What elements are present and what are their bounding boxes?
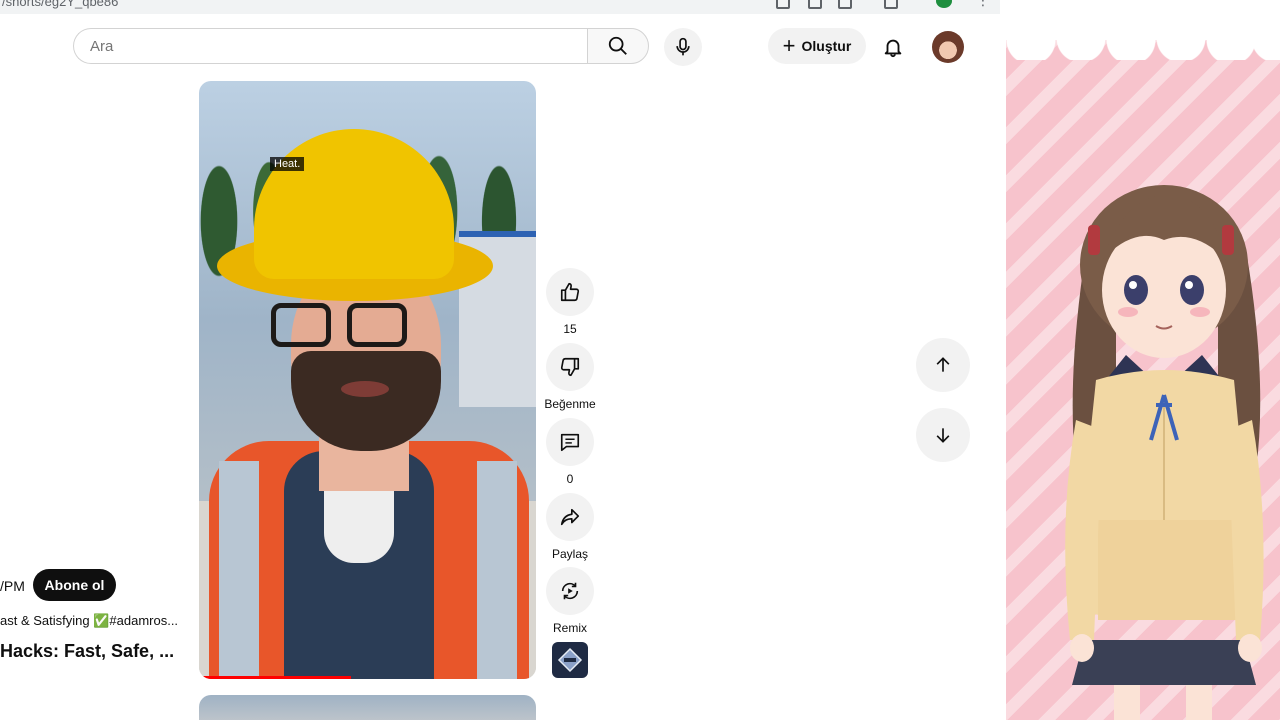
video-description[interactable]: ast & Satisfying ✅#adamros... (0, 613, 178, 629)
share-action: Paylaş (546, 493, 594, 561)
search-placeholder: Ara (90, 38, 114, 55)
video-caption: Heat. (270, 157, 305, 171)
video-progress-bar[interactable] (199, 676, 351, 679)
thumbs-down-icon (560, 357, 580, 377)
create-button[interactable]: + Oluştur (768, 28, 866, 64)
previous-video-button[interactable] (916, 338, 970, 392)
subscribe-button[interactable]: Abone ol (33, 569, 116, 601)
shorts-video-player[interactable]: Heat. (199, 81, 536, 679)
create-label: Oluştur (801, 38, 852, 54)
arrow-down-icon (936, 428, 950, 443)
glasses-right-lens (347, 303, 407, 347)
dislike-button[interactable] (546, 343, 594, 391)
address-bar[interactable]: /shorts/eg2Y_qbe86 (2, 0, 118, 9)
remix-action: Remix (546, 567, 594, 635)
glasses-left-lens (271, 303, 331, 347)
comment-button[interactable] (546, 418, 594, 466)
like-button[interactable] (546, 268, 594, 316)
mouth (341, 381, 389, 397)
browser-menu-icon[interactable]: ⋮ (976, 0, 990, 9)
bell-icon (884, 39, 902, 58)
video-title[interactable]: Hacks: Fast, Safe, ... (0, 641, 174, 662)
next-video-button[interactable] (916, 408, 970, 462)
notifications-button[interactable] (876, 30, 910, 64)
search-button[interactable] (587, 28, 649, 64)
share-button[interactable] (546, 493, 594, 541)
comment-action: 0 (546, 418, 594, 486)
next-video-preview[interactable] (199, 695, 536, 720)
comment-count: 0 (566, 472, 574, 486)
vest-reflective-stripe (477, 461, 517, 679)
channel-logo-icon (557, 647, 583, 673)
plus-icon: + (782, 33, 796, 58)
dislike-label: Beğenme (544, 397, 596, 411)
dislike-action: Beğenme (544, 343, 596, 411)
reading-mode-icon[interactable] (884, 0, 898, 9)
mic-icon (676, 37, 690, 56)
translate-icon[interactable] (776, 0, 790, 9)
beard (291, 351, 441, 451)
search-icon (608, 36, 627, 55)
profile-icon[interactable] (936, 0, 952, 8)
like-count: 15 (563, 322, 577, 336)
arrow-up-icon (936, 357, 950, 372)
remix-button[interactable] (546, 567, 594, 615)
channel-name[interactable]: /PM (0, 578, 25, 594)
install-icon[interactable] (808, 0, 822, 9)
vtuber-overlay-panel (1000, 0, 1280, 720)
thumbs-up-icon (560, 282, 580, 302)
remix-icon (561, 582, 579, 600)
share-icon (560, 508, 580, 526)
search-input[interactable]: Ara (73, 28, 587, 64)
anime-avatar-illustration (1065, 185, 1264, 720)
youtube-shorts-page: Ara + Oluştur Heat. 15 Beğenme 0 Paylaş … (0, 14, 1000, 720)
like-action: 15 (546, 268, 594, 336)
vest-reflective-stripe (219, 461, 259, 679)
avatar[interactable] (932, 31, 964, 63)
audio-track-thumbnail[interactable] (552, 642, 588, 678)
remix-label: Remix (552, 621, 587, 635)
comment-icon (560, 433, 580, 452)
bookmark-star-icon[interactable] (838, 0, 852, 9)
browser-toolbar: /shorts/eg2Y_qbe86 ⋮ (0, 0, 1000, 14)
share-label: Paylaş (551, 547, 589, 561)
voice-search-button[interactable] (664, 28, 702, 66)
